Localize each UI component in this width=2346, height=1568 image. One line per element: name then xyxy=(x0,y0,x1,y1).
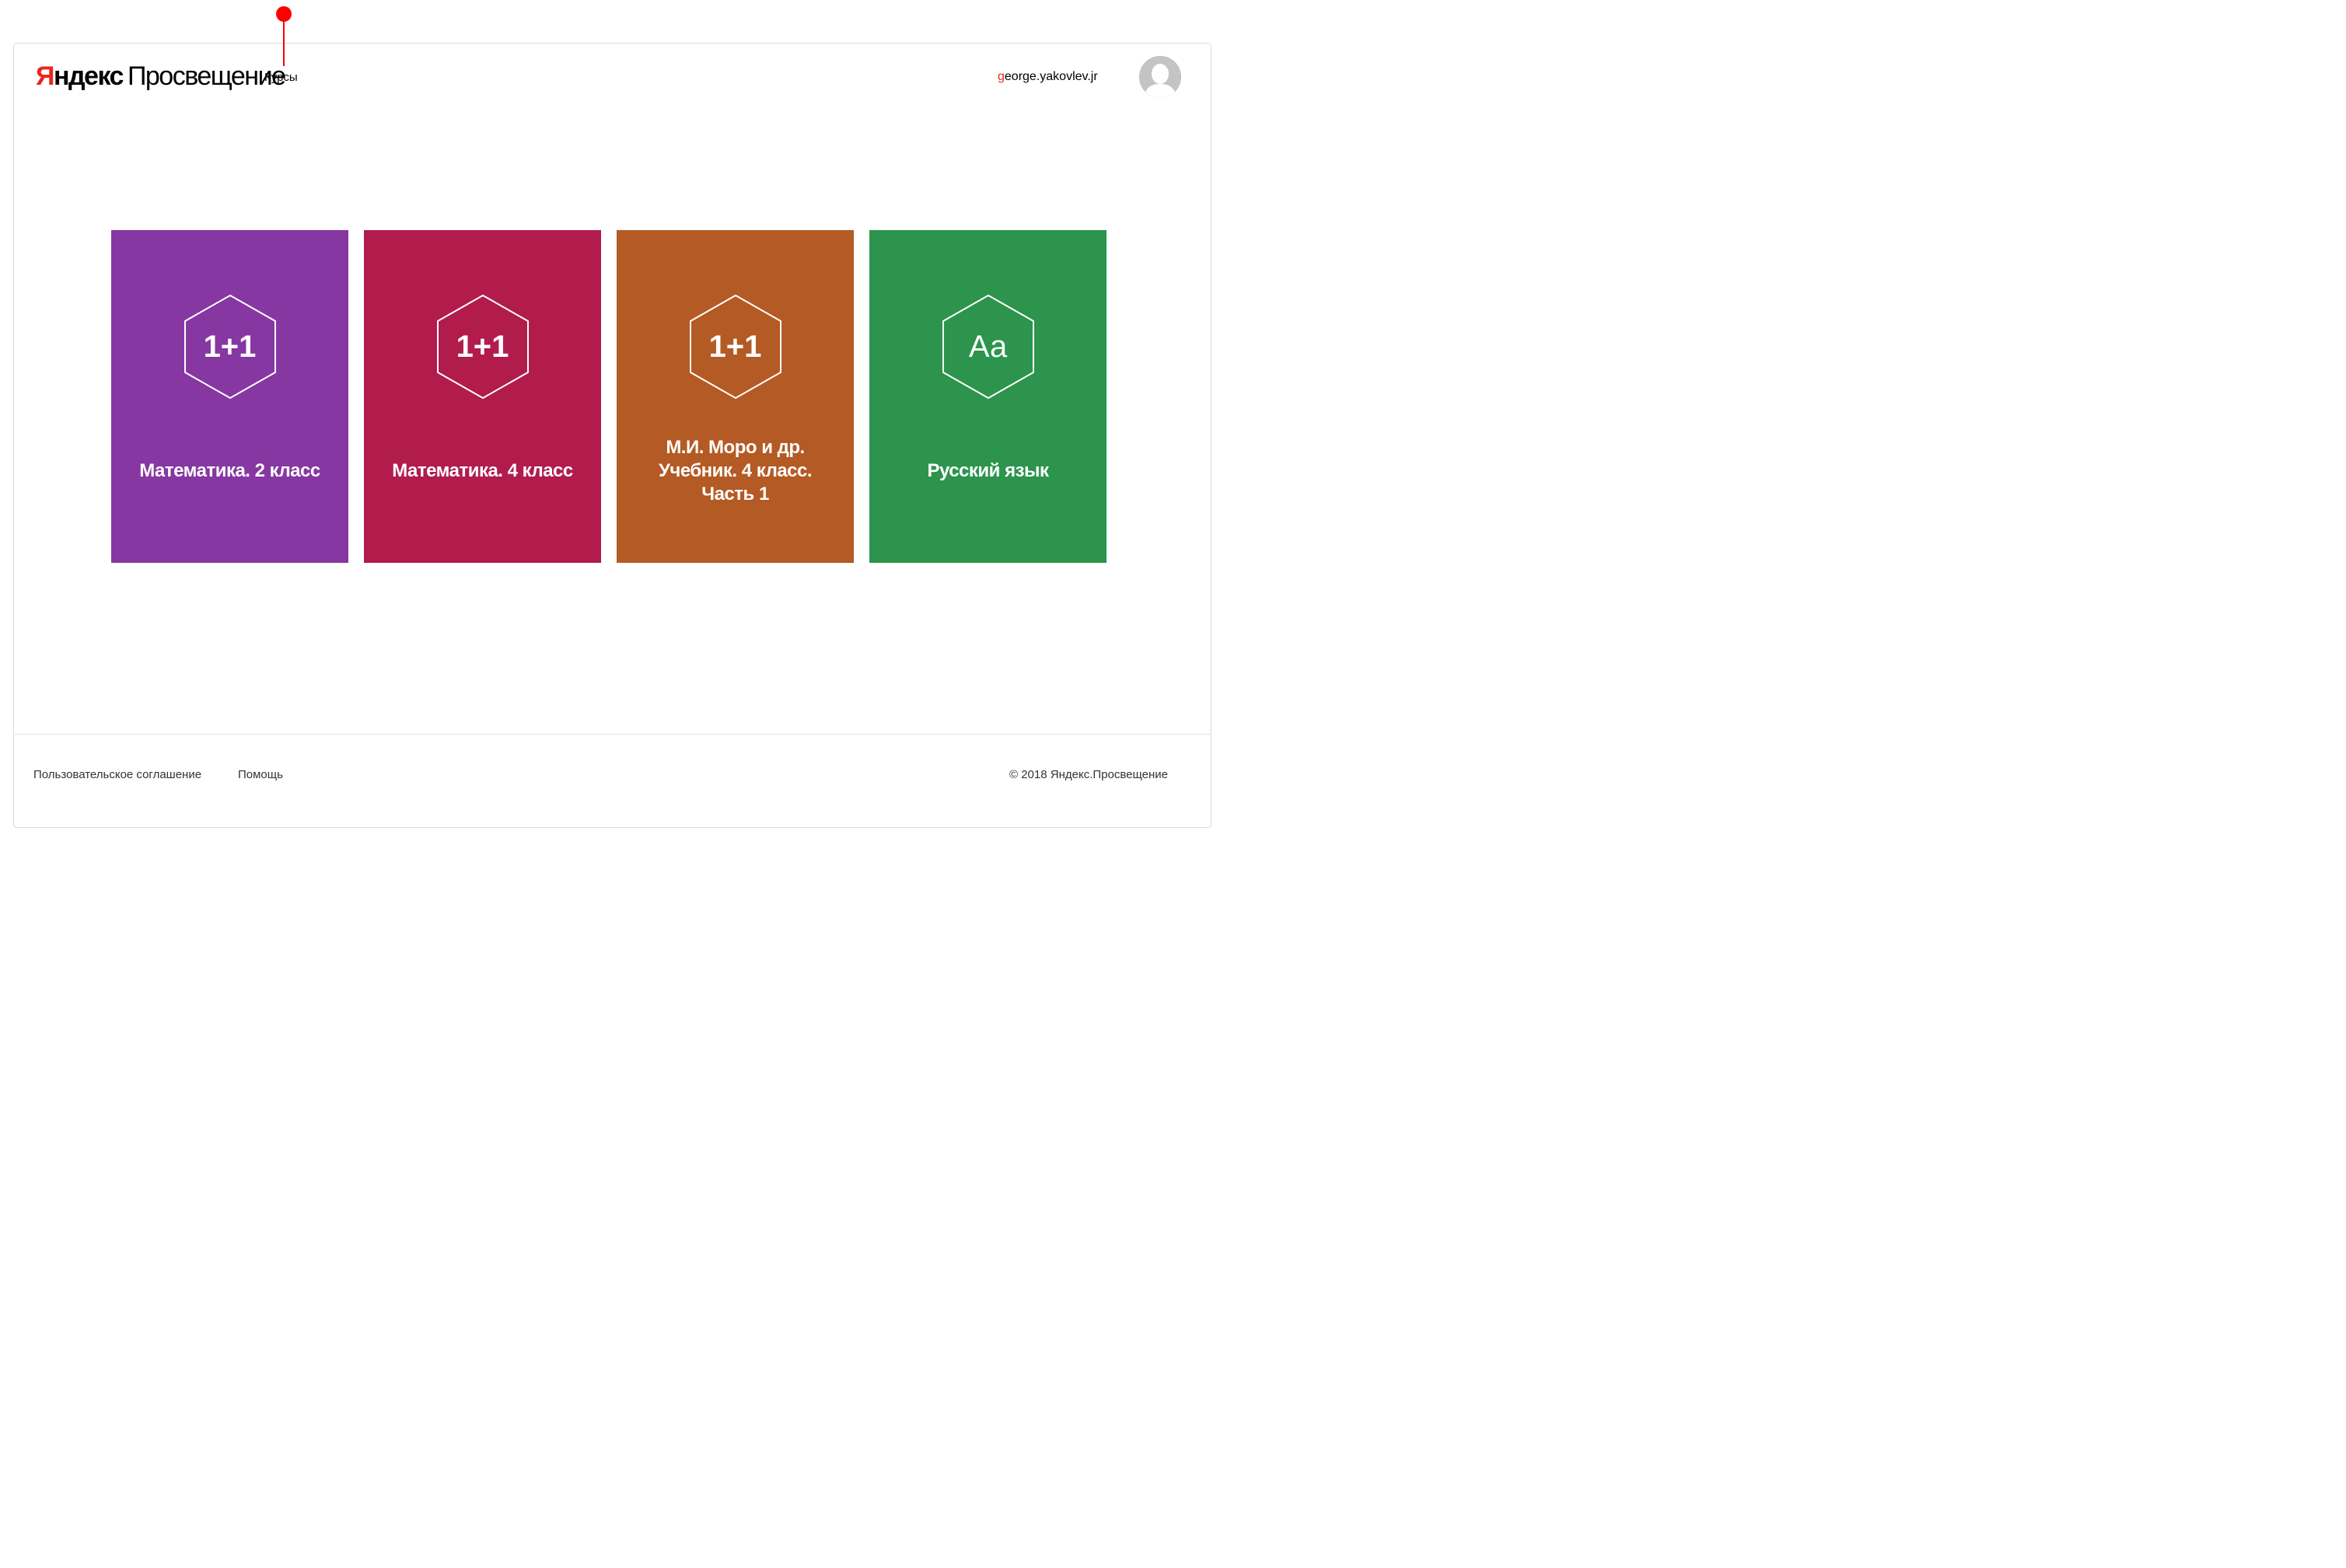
course-title: Математика. 4 класс xyxy=(392,460,573,481)
logo-brand-ndex: ндекс xyxy=(53,61,124,91)
course-card[interactable]: 1+1 Математика. 4 класс xyxy=(364,230,601,563)
annotation-marker-dot xyxy=(276,6,292,22)
user-avatar[interactable] xyxy=(1139,56,1181,98)
course-badge: 1+1 xyxy=(456,330,509,364)
annotation-marker-line xyxy=(283,21,285,66)
footer-copyright: © 2018 Яндекс.Просвещение xyxy=(1009,768,1168,781)
user-login-rest: eorge.yakovlev.jr xyxy=(1004,70,1098,83)
course-title: Русский язык xyxy=(927,460,1049,481)
course-badge: Аа xyxy=(968,330,1008,364)
logo-product-name: Просвещение xyxy=(127,61,286,91)
course-card[interactable]: 1+1 Математика. 2 класс xyxy=(111,230,348,563)
footer-user-agreement-link[interactable]: Пользовательское соглашение xyxy=(33,767,201,783)
footer-help-link[interactable]: Помощь xyxy=(238,767,283,783)
course-card[interactable]: 1+1 М.И. Моро и др. Учебник. 4 класс. Ча… xyxy=(617,230,854,563)
course-title: М.И. Моро и др. Учебник. 4 класс. Часть … xyxy=(658,437,813,505)
logo-brand-ya: Я xyxy=(36,61,54,91)
course-card[interactable]: Аа Русский язык xyxy=(869,230,1107,563)
yandex-education-logo[interactable]: Яндекс Просвещение xyxy=(36,61,286,92)
course-cards-grid: 1+1 Математика. 2 класс 1+1 Математика. … xyxy=(111,230,1107,563)
course-badge: 1+1 xyxy=(708,330,762,364)
user-login-link[interactable]: george.yakovlev.jr xyxy=(998,69,1098,85)
footer-divider xyxy=(13,734,1211,735)
avatar-silhouette-icon xyxy=(1139,56,1181,98)
course-badge: 1+1 xyxy=(203,330,257,364)
course-title: Математика. 2 класс xyxy=(139,460,320,481)
nav-courses-link[interactable]: Курсы xyxy=(264,70,298,86)
user-login-first-letter: g xyxy=(998,70,1005,83)
